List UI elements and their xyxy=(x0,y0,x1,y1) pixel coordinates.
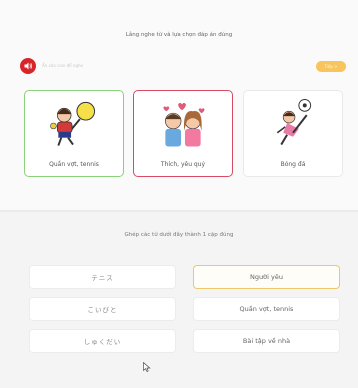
speaker-icon xyxy=(24,62,33,70)
play-audio-button[interactable] xyxy=(20,58,36,74)
audio-hint-text: Ấn vào icon để nghe xyxy=(42,63,83,68)
tennis-player-image xyxy=(50,101,96,146)
choice-card-tennis[interactable]: Quần vợt, tennis xyxy=(24,90,124,177)
choice-card-soccer[interactable]: Bóng đá xyxy=(243,90,343,177)
match-left-tennis[interactable]: テニス xyxy=(29,265,176,289)
choice-caption: Bóng đá xyxy=(280,161,306,168)
choice-card-couple[interactable]: Thích, yêu quý xyxy=(133,90,233,177)
match-right-bai-tap[interactable]: Bài tập về nhà xyxy=(193,329,340,353)
listen-exercise-panel: Lắng nghe từ và lựa chọn đáp án đúng Ấn … xyxy=(0,0,358,210)
choice-caption: Thích, yêu quý xyxy=(160,161,206,168)
app-root: Lắng nghe từ và lựa chọn đáp án đúng Ấn … xyxy=(0,0,358,388)
mouse-cursor-icon xyxy=(143,362,151,372)
match-left-shukudai[interactable]: しゅくだい xyxy=(29,329,176,353)
match-instruction: Ghép các từ dưới đây thành 1 cặp đúng xyxy=(124,232,234,238)
match-right-quan-vot[interactable]: Quần vợt, tennis xyxy=(193,297,340,321)
choice-caption: Quần vợt, tennis xyxy=(49,161,99,168)
soccer-player-image xyxy=(276,98,312,146)
next-button[interactable]: Tiếp > xyxy=(316,61,346,72)
match-left-koibito[interactable]: こいびと xyxy=(29,297,176,321)
couple-image xyxy=(163,102,205,147)
listen-instruction: Lắng nghe từ và lựa chọn đáp án đúng xyxy=(125,32,233,38)
match-right-nguoi-yeu[interactable]: Người yêu xyxy=(193,265,340,289)
